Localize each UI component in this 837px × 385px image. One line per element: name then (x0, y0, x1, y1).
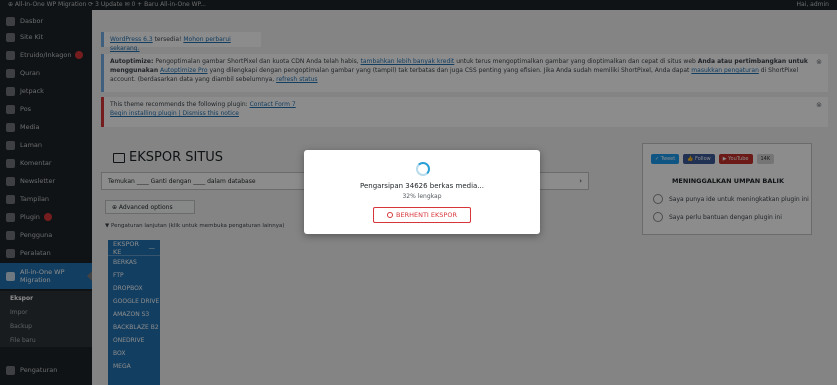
stop-export-button[interactable]: BERHENTI EKSPOR (373, 207, 471, 223)
stop-icon (387, 212, 394, 218)
export-progress-modal: Pengarsipan 34626 berkas media... 32% le… (304, 150, 540, 234)
progress-percent: 32% lengkap (402, 193, 442, 200)
app-window: ⊕ All-In-One WP Migration ⟳ 3 Update ✉ 0… (0, 0, 837, 385)
stop-export-label: BERHENTI EKSPOR (396, 211, 457, 219)
progress-message: Pengarsipan 34626 berkas media... (359, 182, 484, 190)
spinner-icon (416, 162, 430, 176)
